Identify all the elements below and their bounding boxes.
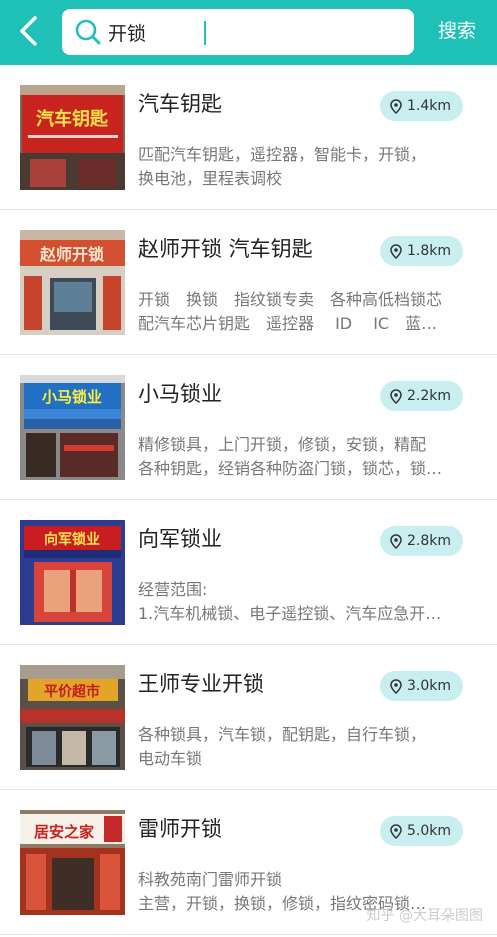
shop-sign-text: 平价超市 [44,683,100,700]
back-button[interactable] [14,14,44,48]
shop-sign-text: 居安之家 [34,823,94,841]
distance-text: 5.0km [406,823,451,839]
chevron-left-icon [20,16,37,46]
shop-name: 雷师开锁 [138,817,222,841]
shop-description: 匹配汽车钥匙，遥控器，智能卡，开锁， 换电池，里程表调校 [138,143,476,191]
search-input[interactable] [108,17,398,47]
description-line: 换电池，里程表调校 [138,169,283,188]
shop-sign-text: 向军锁业 [44,531,100,548]
description-line: 精修锁具，上门开锁，修锁，安锁，精配 [138,435,427,454]
watermark: 知乎 @大耳朵图图 [366,908,483,924]
description-line: 各种锁具，汽车锁，配钥匙，自行车锁， [138,725,427,744]
location-pin-icon [390,243,402,259]
distance-text: 1.8km [406,243,451,259]
shop-sign-text: 赵师开锁 [39,245,104,264]
shop-description: 开锁 换锁 指纹锁专卖 各种高低档锁芯 配汽车芯片钥匙 遥控器 ID IC 蓝… [138,288,476,336]
shop-name: 赵师开锁 汽车钥匙 [138,237,313,261]
shop-photo: 居安之家 [20,810,125,915]
shop-photo: 小马锁业 [20,375,125,480]
shop-description: 经营范围: 1.汽车机械锁、电子遥控锁、汽车应急开… [138,578,476,626]
description-line: 科教苑南门雷师开锁 [138,870,283,889]
shop-photo: 平价超市 [20,665,125,770]
distance-badge: 2.2km [379,381,463,411]
distance-badge: 5.0km [379,816,463,846]
list-item[interactable]: 小马锁业 小马锁业 2.2km 精修锁具，上门开锁，修锁，安锁，精配 各种钥匙，… [0,355,497,500]
shop-name: 小马锁业 [138,382,222,406]
distance-text: 2.2km [406,388,451,404]
distance-badge: 1.4km [379,91,463,121]
distance-text: 1.4km [406,98,451,114]
location-pin-icon [390,678,402,694]
description-line: 匹配汽车钥匙，遥控器，智能卡，开锁， [138,145,427,164]
distance-badge: 1.8km [379,236,463,266]
shop-sign-text: 小马锁业 [42,388,102,406]
top-bar: 搜索 [0,0,497,65]
description-line: 经营范围: [138,580,208,599]
search-box[interactable] [62,9,414,55]
list-item[interactable]: 赵师开锁 赵师开锁 汽车钥匙 1.8km 开锁 换锁 指纹锁专卖 各种高低档锁芯… [0,210,497,355]
description-line: 电动车锁 [138,749,203,768]
list-item[interactable]: 平价超市 王师专业开锁 3.0km 各种锁具，汽车锁，配钥匙，自行车锁， 电动车… [0,645,497,790]
list-item[interactable]: 向军锁业 向军锁业 2.8km 经营范围: 1.汽车机械锁、电子遥控锁、汽车应急… [0,500,497,645]
shop-name: 王师专业开锁 [138,672,264,696]
shop-photo: 赵师开锁 [20,230,125,335]
shop-photo: 向军锁业 [20,520,125,625]
shop-description: 各种锁具，汽车锁，配钥匙，自行车锁， 电动车锁 [138,723,476,771]
shop-name: 汽车钥匙 [138,92,222,116]
shop-name: 向军锁业 [138,527,222,551]
distance-badge: 2.8km [379,526,463,556]
description-line: 各种钥匙，经销各种防盗门锁，锁芯，锁… [138,459,443,478]
description-line: 配汽车芯片钥匙 遥控器 ID IC 蓝… [138,314,438,333]
location-pin-icon [390,388,402,404]
list-item[interactable]: 汽车钥匙 汽车钥匙 1.4km 匹配汽车钥匙，遥控器，智能卡，开锁， 换电池，里… [0,65,497,210]
result-list: 汽车钥匙 汽车钥匙 1.4km 匹配汽车钥匙，遥控器，智能卡，开锁， 换电池，里… [0,65,497,935]
text-cursor [204,21,206,45]
distance-text: 3.0km [406,678,451,694]
shop-sign-text: 汽车钥匙 [36,108,109,130]
description-line: 1.汽车机械锁、电子遥控锁、汽车应急开… [138,604,442,623]
location-pin-icon [390,823,402,839]
shop-description: 精修锁具，上门开锁，修锁，安锁，精配 各种钥匙，经销各种防盗门锁，锁芯，锁… [138,433,476,481]
search-icon [75,19,101,45]
description-line: 开锁 换锁 指纹锁专卖 各种高低档锁芯 [138,290,443,309]
location-pin-icon [390,533,402,549]
shop-photo: 汽车钥匙 [20,85,125,190]
distance-text: 2.8km [406,533,451,549]
search-button[interactable]: 搜索 [432,16,482,46]
distance-badge: 3.0km [379,671,463,701]
location-pin-icon [390,98,402,114]
